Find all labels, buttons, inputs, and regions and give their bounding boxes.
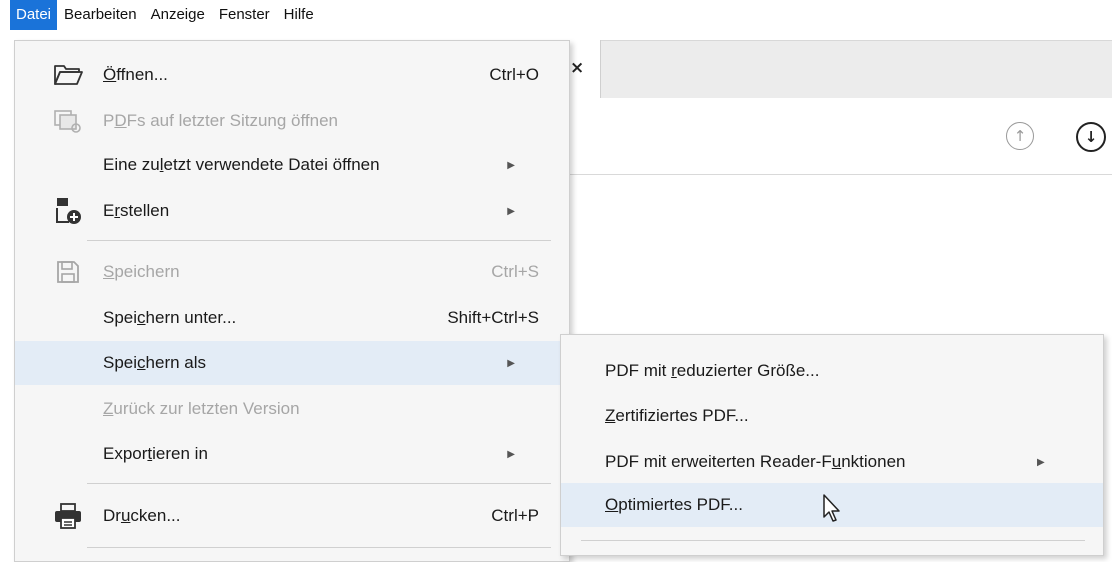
menu-item-open[interactable]: Öffnen... Ctrl+O <box>15 53 569 97</box>
menu-item-recent-files[interactable]: Eine zuletzt verwendete Datei öffnen ▶ <box>15 143 569 187</box>
menu-item-label: Eine zuletzt verwendete Datei öffnen <box>103 155 380 174</box>
menu-item-label: Speichern als <box>103 353 207 372</box>
folder-open-icon <box>53 60 83 90</box>
menu-item-label: PDF mit reduzierter Größe... <box>605 361 820 380</box>
menu-item-label: Speichern <box>103 262 180 281</box>
menu-item-save: Speichern Ctrl+S <box>15 250 569 294</box>
menu-item-export[interactable]: Exportieren in ▶ <box>15 432 569 476</box>
mouse-cursor-icon <box>823 494 840 522</box>
menu-item-label: Öffnen... <box>103 65 168 84</box>
submenu-arrow-icon: ▶ <box>507 159 515 171</box>
submenu-arrow-icon: ▶ <box>507 448 515 460</box>
menu-item-save-as[interactable]: Speichern als ▶ <box>15 341 569 385</box>
create-pdf-icon <box>53 196 83 226</box>
session-icon <box>53 106 83 136</box>
shortcut-label: Ctrl+O <box>489 65 539 84</box>
menu-item-label: Optimiertes PDF... <box>605 495 743 514</box>
menu-item-label: Zurück zur letzten Version <box>103 399 300 418</box>
arrow-up-circle-icon[interactable]: ↑ <box>1006 122 1034 150</box>
menu-anzeige[interactable]: Anzeige <box>144 0 212 30</box>
submenu-arrow-icon: ▶ <box>507 357 515 369</box>
menu-item-save-under[interactable]: Speichern unter... Shift+Ctrl+S <box>15 296 569 340</box>
menu-hilfe[interactable]: Hilfe <box>277 0 321 30</box>
floppy-disk-icon <box>53 257 83 287</box>
menu-item-reopen-session: PDFs auf letzter Sitzung öffnen <box>15 99 569 143</box>
printer-icon <box>53 501 83 531</box>
menu-item-label: Zertifiziertes PDF... <box>605 406 749 425</box>
submenu-item-reduced-size[interactable]: PDF mit reduzierter Größe... <box>561 349 1103 393</box>
menu-item-revert: Zurück zur letzten Version <box>15 387 569 431</box>
menu-item-label: PDFs auf letzter Sitzung öffnen <box>103 111 338 130</box>
shortcut-label: Shift+Ctrl+S <box>447 308 539 327</box>
menu-item-label: Speichern unter... <box>103 308 237 327</box>
tab-strip <box>560 40 1112 99</box>
shortcut-label: Ctrl+S <box>491 262 539 281</box>
tab-close-icon[interactable]: × <box>570 58 584 78</box>
submenu-item-certified[interactable]: Zertifiziertes PDF... <box>561 394 1103 438</box>
menu-separator <box>87 483 551 484</box>
submenu-arrow-icon: ▶ <box>1037 456 1045 468</box>
arrow-down-circle-icon[interactable]: ↓ <box>1076 122 1106 152</box>
menu-bar: Datei Bearbeiten Anzeige Fenster Hilfe <box>0 0 1112 30</box>
menu-item-print[interactable]: Drucken... Ctrl+P <box>15 494 569 538</box>
menu-item-create[interactable]: Erstellen ▶ <box>15 189 569 233</box>
menu-item-label: Drucken... <box>103 506 181 525</box>
menu-fenster[interactable]: Fenster <box>212 0 277 30</box>
menu-item-label: Exportieren in <box>103 444 208 463</box>
file-menu: Öffnen... Ctrl+O PDFs auf letzter Sitzun… <box>14 40 570 562</box>
menu-item-label: PDF mit erweiterten Reader-Funktionen <box>605 452 906 471</box>
menu-separator <box>581 540 1085 541</box>
menu-item-label: Erstellen <box>103 201 170 220</box>
menu-separator <box>87 547 551 548</box>
submenu-item-reader-extended[interactable]: PDF mit erweiterten Reader-Funktionen ▶ <box>561 440 1103 484</box>
menu-datei[interactable]: Datei <box>10 0 58 30</box>
menu-separator <box>87 240 551 241</box>
shortcut-label: Ctrl+P <box>491 506 539 525</box>
submenu-arrow-icon: ▶ <box>507 205 515 217</box>
menu-bearbeiten[interactable]: Bearbeiten <box>57 0 144 30</box>
